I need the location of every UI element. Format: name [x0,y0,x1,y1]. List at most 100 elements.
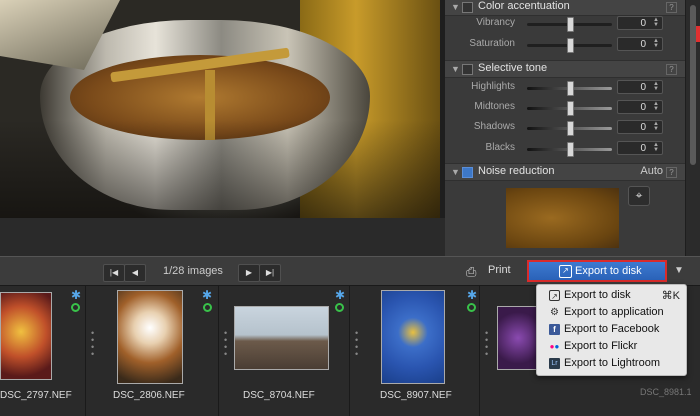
menu-shortcut: ⌘K [661,290,680,302]
collapse-triangle-icon[interactable]: ▼ [451,64,460,74]
menu-item-label: Export to disk [564,289,631,301]
export-button-label: Export to disk [575,265,642,277]
film-cell[interactable]: • • • • ✱ DSC_8907.NEF [350,286,480,416]
slider-knob[interactable] [567,121,574,136]
noise-mode-label[interactable]: Auto [640,165,663,177]
section-selective-tone[interactable]: ▼ Selective tone ? [445,60,685,78]
slider-label: Shadows [473,121,515,132]
collapse-triangle-icon[interactable]: ▼ [451,2,460,12]
noise-preview [506,188,619,248]
thumbnail[interactable] [497,306,539,370]
status-ok-icon [71,303,80,312]
collapse-triangle-icon[interactable]: ▼ [451,167,460,177]
export-to-disk-button[interactable]: ↗ Export to disk [527,260,667,282]
slider-knob[interactable] [567,38,574,53]
drag-handle-icon[interactable]: • • • • [91,329,94,359]
thumbnail[interactable] [117,290,183,384]
first-image-icon[interactable]: |◀ [103,264,125,282]
slider-label: Blacks [485,142,515,153]
menu-item-export-application[interactable]: ⚙ Export to application [537,304,686,321]
section-title: Selective tone [478,62,548,74]
thumbnail[interactable] [0,292,52,380]
export-dropdown-icon[interactable]: ▼ [670,261,688,281]
slider-label: Highlights [471,81,515,92]
disk-icon: ↗ [549,290,560,301]
menu-item-export-flickr[interactable]: ●● Export to Flickr [537,338,686,355]
film-cell[interactable]: • • • • ✱ DSC_8704.NEF [219,286,350,416]
image-counter: 1/28 images [163,265,223,277]
scroll-marker [696,26,700,42]
drag-handle-icon[interactable]: • • • • [485,329,488,359]
print-button[interactable]: Print [488,264,511,276]
thumbnail[interactable] [381,290,445,384]
file-name: DSC_8704.NEF [243,390,315,401]
next-image-icon[interactable]: ▶ [238,264,260,282]
export-menu: ↗ Export to disk ⌘K ⚙ Export to applicat… [536,284,687,376]
section-noise-reduction[interactable]: ▼ Noise reduction Auto ? [445,163,685,181]
stepper-icon[interactable]: ▲ ▼ [651,38,661,50]
menu-item-export-facebook[interactable]: f Export to Facebook [537,321,686,338]
flickr-icon: ●● [549,342,560,351]
previous-image-icon[interactable]: ◀ [124,264,146,282]
slider-row-saturation: Saturation 0 ▲ ▼ [445,35,685,55]
export-icon: ↗ [559,265,572,278]
help-icon[interactable]: ? [666,64,677,75]
menu-item-label: Export to Facebook [564,323,660,335]
help-icon[interactable]: ? [666,2,677,13]
preview-bottom-area [0,218,445,256]
film-cell[interactable]: ✱ DSC_2797.NEF [0,286,86,416]
star-icon[interactable]: ✱ [71,288,81,302]
slider-knob[interactable] [567,17,574,32]
crosshair-icon[interactable]: ⌖ [628,186,650,206]
stepper-icon[interactable]: ▲ ▼ [651,81,661,93]
film-cell[interactable]: • • • • ✱ DSC_2806.NEF [86,286,219,416]
slider-row-midtones: Midtones 0 ▲ ▼ [445,98,685,118]
star-icon[interactable]: ✱ [467,288,477,302]
enable-checkbox[interactable] [462,2,473,13]
slider-label: Midtones [474,101,515,112]
slider-label: Vibrancy [476,17,515,28]
file-name: DSC_2797.NEF [0,390,72,401]
slider-row-highlights: Highlights 0 ▲ ▼ [445,78,685,98]
slider-knob[interactable] [567,101,574,116]
menu-item-label: Export to Flickr [564,340,638,352]
file-name: DSC_8907.NEF [380,390,452,401]
photo-shadow [0,120,440,218]
panel-scrollbar[interactable] [686,0,700,256]
slider-label: Saturation [469,38,515,49]
drag-handle-icon[interactable]: • • • • [355,329,358,359]
photo-preview[interactable] [0,0,440,218]
enable-checkbox[interactable] [462,167,473,178]
slider-row-blacks: Blacks 0 ▲ ▼ [445,139,685,159]
stepper-icon[interactable]: ▲ ▼ [651,142,661,154]
slider-knob[interactable] [567,142,574,157]
application-icon: ⚙ [550,307,559,318]
menu-item-export-disk[interactable]: ↗ Export to disk ⌘K [537,287,686,304]
menu-item-export-lightroom[interactable]: Lr Export to Lightroom [537,355,686,372]
file-name: DSC_2806.NEF [113,390,185,401]
slider-row-shadows: Shadows 0 ▲ ▼ [445,118,685,138]
stepper-icon[interactable]: ▲ ▼ [651,121,661,133]
enable-checkbox[interactable] [462,64,473,75]
section-title: Noise reduction [478,165,555,177]
star-icon[interactable]: ✱ [335,288,345,302]
facebook-icon: f [549,324,560,335]
status-ok-icon [203,303,212,312]
menu-item-label: Export to application [564,306,664,318]
partial-file-name: DSC_8981.1 [640,387,692,397]
help-icon[interactable]: ? [666,167,677,178]
lightroom-icon: Lr [549,358,560,369]
print-icon[interactable]: ⎙ [466,264,482,279]
toolbar: |◀ ◀ 1/28 images ▶ ▶| ⎙ Print ↗ Export t… [0,256,700,286]
star-icon[interactable]: ✱ [202,288,212,302]
menu-item-label: Export to Lightroom [564,357,660,369]
status-ok-icon [335,303,344,312]
stepper-icon[interactable]: ▲ ▼ [651,17,661,29]
thumbnail[interactable] [234,306,329,370]
section-title: Color accentuation [478,0,570,12]
status-ok-icon [467,303,476,312]
last-image-icon[interactable]: ▶| [259,264,281,282]
slider-knob[interactable] [567,81,574,96]
stepper-icon[interactable]: ▲ ▼ [651,101,661,113]
drag-handle-icon[interactable]: • • • • [224,329,227,359]
